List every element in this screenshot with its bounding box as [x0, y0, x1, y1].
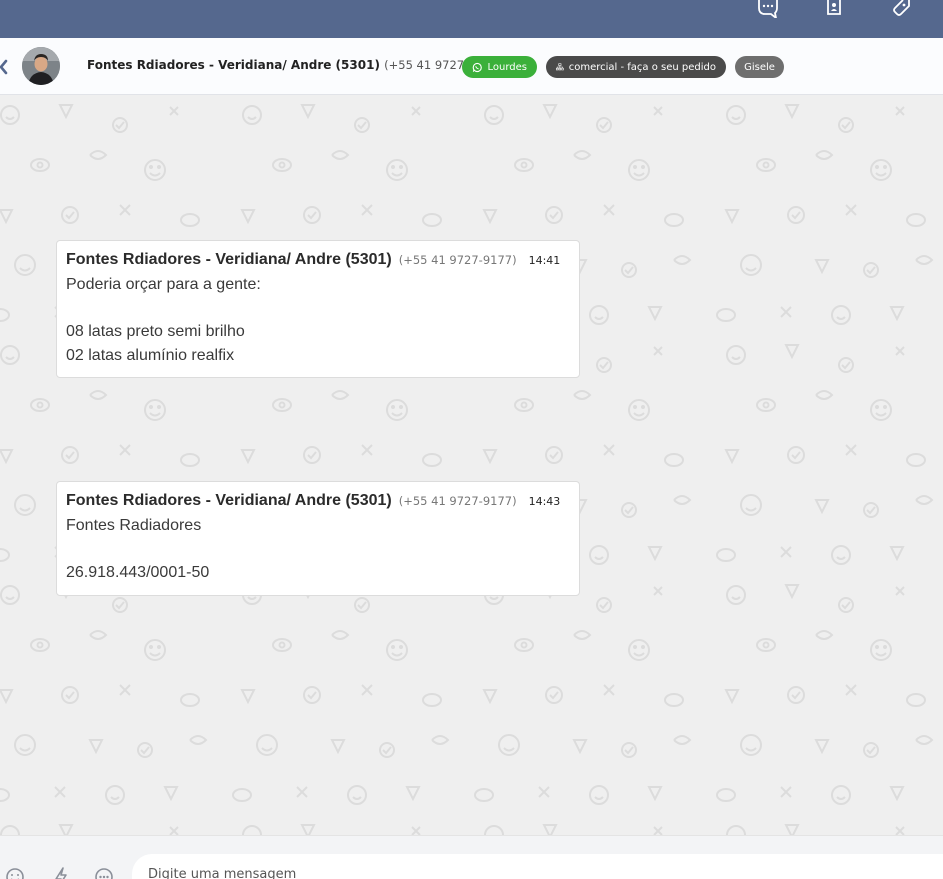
emoji-icon[interactable] — [4, 866, 26, 879]
chat-header: Fontes Rdiadores - Veridiana/ Andre (530… — [0, 38, 943, 95]
whatsapp-icon — [472, 62, 482, 72]
message-composer — [0, 835, 943, 879]
message-sender: Fontes Rdiadores - Veridiana/ Andre (530… — [66, 251, 392, 268]
lightning-icon[interactable] — [50, 866, 72, 879]
chat-messages-area[interactable]: Fontes Rdiadores - Veridiana/ Andre (530… — [0, 95, 943, 835]
message-line: 26.918.443/0001-50 — [66, 564, 210, 581]
message-bubble[interactable]: Fontes Rdiadores - Veridiana/ Andre (530… — [56, 240, 580, 378]
org-chart-icon — [556, 63, 564, 71]
message-input[interactable] — [132, 854, 943, 879]
tag-gisele[interactable]: Gisele — [735, 56, 784, 78]
message-time: 14:43 — [528, 495, 561, 508]
tag-label: Lourdes — [487, 61, 528, 73]
message-bubble[interactable]: Fontes Rdiadores - Veridiana/ Andre (530… — [56, 481, 580, 596]
contact-card-icon[interactable] — [821, 0, 847, 20]
tag-lourdes[interactable]: Lourdes — [462, 56, 537, 78]
tag-label: Gisele — [744, 61, 775, 73]
chat-bubbles-icon[interactable] — [754, 0, 780, 20]
contact-title: Fontes Rdiadores - Veridiana/ Andre (530… — [87, 58, 502, 72]
message-line — [66, 538, 570, 562]
message-time: 14:41 — [528, 254, 561, 267]
message-header: Fontes Rdiadores - Veridiana/ Andre (530… — [66, 251, 570, 273]
more-options-icon[interactable] — [93, 866, 115, 879]
message-line: Fontes Radiadores — [66, 517, 202, 534]
tag-department[interactable]: comercial - faça o seu pedido — [546, 56, 726, 78]
back-chevron-icon[interactable] — [0, 59, 10, 75]
chat-background-pattern — [0, 95, 943, 835]
message-header: Fontes Rdiadores - Veridiana/ Andre (530… — [66, 492, 570, 514]
message-phone: (+55 41 9727-9177) — [398, 494, 517, 508]
top-app-bar — [0, 0, 943, 38]
message-line: 08 latas preto semi brilho — [66, 323, 245, 340]
contact-avatar[interactable] — [22, 47, 60, 85]
tag-icon[interactable] — [886, 0, 912, 20]
contact-name: Fontes Rdiadores - Veridiana/ Andre (530… — [87, 58, 380, 72]
message-phone: (+55 41 9727-9177) — [398, 253, 517, 267]
message-line — [66, 297, 570, 321]
message-sender: Fontes Rdiadores - Veridiana/ Andre (530… — [66, 492, 392, 509]
message-line: 02 latas alumínio realfix — [66, 346, 235, 364]
tag-label: comercial - faça o seu pedido — [568, 61, 716, 73]
message-line: Poderia orçar para a gente: — [66, 276, 261, 293]
